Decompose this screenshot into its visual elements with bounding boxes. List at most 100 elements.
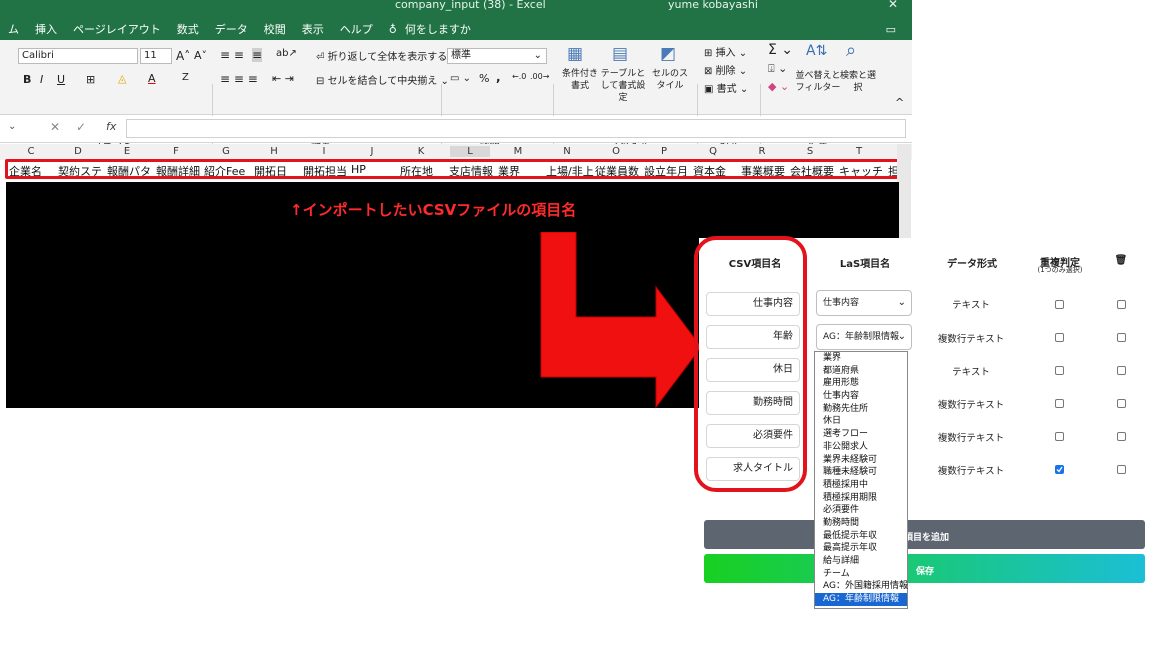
format-cells-button[interactable]: ▣ 書式 ⌄ — [704, 80, 748, 95]
merge-center-button[interactable]: ⊟ セルを結合して中央揃え ⌄ — [316, 72, 449, 87]
dropdown-option[interactable]: 休日 — [815, 415, 907, 428]
column-header[interactable]: G — [206, 146, 246, 157]
increase-decimal-icon[interactable]: ←.0 — [512, 72, 526, 81]
shrink-font-icon[interactable]: A˅ — [194, 49, 207, 62]
delete-checkbox[interactable] — [1117, 366, 1126, 375]
dropdown-option[interactable]: 職種未経験可 — [815, 466, 907, 479]
column-header[interactable]: F — [156, 146, 196, 157]
font-size-select[interactable]: 11 — [140, 48, 172, 64]
dropdown-option[interactable]: 都道府県 — [815, 365, 907, 378]
fill-icon[interactable]: ⍗ ⌄ — [768, 62, 787, 76]
tab-help[interactable]: ヘルプ — [332, 21, 381, 37]
decrease-decimal-icon[interactable]: .00→ — [530, 72, 549, 81]
grow-font-icon[interactable]: A˄ — [176, 49, 190, 63]
column-header[interactable]: K — [401, 146, 441, 157]
dropdown-option[interactable]: 積極採用中 — [815, 479, 907, 492]
dropdown-option[interactable]: チーム — [815, 568, 907, 581]
tab-page-layout[interactable]: ページレイアウト — [65, 21, 169, 37]
column-header[interactable]: E — [107, 146, 147, 157]
column-header[interactable]: J — [352, 146, 392, 157]
tab-data[interactable]: データ — [207, 21, 256, 37]
dup-checkbox[interactable] — [1055, 366, 1064, 375]
bold-icon[interactable]: B — [23, 73, 31, 86]
column-header[interactable]: D — [58, 146, 98, 157]
align-top-icon[interactable]: ≡ ≡ — [220, 48, 244, 62]
chevron-down-icon[interactable]: ⌄ — [8, 121, 16, 132]
align-bottom-icon[interactable]: ≡ — [252, 48, 263, 62]
delete-checkbox[interactable] — [1117, 399, 1126, 408]
column-header[interactable]: N — [547, 146, 587, 157]
dropdown-option[interactable]: 仕事内容 — [815, 390, 907, 403]
phonetic-icon[interactable]: Z — [182, 72, 189, 83]
cancel-icon[interactable]: ✕ — [50, 120, 60, 134]
add-item-button[interactable]: 項目を追加 — [704, 520, 1145, 549]
dup-checkbox-checked[interactable] — [1055, 465, 1064, 474]
column-header[interactable]: C — [11, 146, 51, 157]
comma-icon[interactable]: , — [496, 70, 501, 84]
save-button[interactable]: 保存 — [704, 554, 1145, 583]
underline-icon[interactable]: U — [57, 73, 65, 86]
column-header[interactable]: S — [790, 146, 830, 157]
column-header[interactable]: R — [742, 146, 782, 157]
dropdown-option[interactable]: 必須要件 — [815, 504, 907, 517]
dropdown-option[interactable]: 業界 — [815, 352, 907, 365]
currency-icon[interactable]: ▭ ⌄ — [450, 73, 471, 84]
delete-checkbox[interactable] — [1117, 432, 1126, 441]
orientation-icon[interactable]: ab↗ — [276, 48, 297, 59]
dup-checkbox[interactable] — [1055, 432, 1064, 441]
dup-checkbox[interactable] — [1055, 333, 1064, 342]
dup-checkbox[interactable] — [1055, 300, 1064, 309]
column-header[interactable]: Q — [693, 146, 733, 157]
dropdown-option[interactable]: AG：年齢制限情報 — [815, 593, 907, 606]
column-header[interactable]: L — [450, 146, 490, 157]
delete-checkbox[interactable] — [1117, 465, 1126, 474]
tab-review[interactable]: 校閲 — [256, 21, 294, 37]
delete-checkbox[interactable] — [1117, 300, 1126, 309]
dropdown-option[interactable]: 積極採用期限 — [815, 492, 907, 505]
cell-style-button[interactable]: セルのスタイル — [650, 68, 690, 92]
autosum-icon[interactable]: Σ ⌄ — [768, 42, 793, 58]
delete-checkbox[interactable] — [1117, 333, 1126, 342]
conditional-format-button[interactable]: 条件付き書式 — [560, 68, 600, 92]
font-color-icon[interactable]: A — [148, 72, 156, 85]
formula-input[interactable] — [126, 119, 906, 138]
tell-me-search[interactable]: 何をしますか — [405, 21, 479, 37]
dropdown-option[interactable]: 給与詳細 — [815, 555, 907, 568]
wrap-text-button[interactable]: ⏎ 折り返して全体を表示する — [316, 48, 447, 63]
column-header[interactable]: M — [498, 146, 538, 157]
clear-icon[interactable]: ◆ ⌄ — [768, 80, 789, 93]
align-left-icon[interactable]: ≡ ≡ ≡ — [220, 72, 258, 86]
las-select-2[interactable]: AG：年齢制限情報 ⌄ — [816, 324, 912, 350]
dropdown-option[interactable]: 業界未経験可 — [815, 454, 907, 467]
dropdown-option[interactable]: 勤務時間 — [815, 517, 907, 530]
indent-icon[interactable]: ⇤ ⇥ — [272, 72, 294, 85]
column-header[interactable]: P — [644, 146, 684, 157]
tab-view[interactable]: 表示 — [294, 21, 332, 37]
confirm-icon[interactable]: ✓ — [76, 120, 86, 134]
collapse-ribbon-icon[interactable]: ^ — [895, 96, 904, 109]
function-icon[interactable]: fx — [106, 120, 116, 133]
column-header[interactable]: H — [254, 146, 294, 157]
user-name[interactable]: yume kobayashi — [668, 0, 758, 11]
dropdown-option[interactable]: AG：外国籍採用情報 — [815, 580, 908, 593]
fill-color-icon[interactable]: ◬ — [118, 72, 126, 85]
dropdown-option[interactable]: 最低提示年収 — [815, 530, 907, 543]
column-header[interactable]: O — [596, 146, 636, 157]
find-select-button[interactable]: 検索と選択 — [838, 70, 878, 94]
close-icon[interactable]: ✕ — [888, 0, 898, 11]
dropdown-option[interactable]: 選考フロー — [815, 428, 907, 441]
percent-icon[interactable]: % — [479, 72, 489, 85]
dropdown-option[interactable]: 最高提示年収 — [815, 542, 907, 555]
dropdown-option[interactable]: 非公開求人 — [815, 441, 907, 454]
sort-filter-button[interactable]: 並べ替えとフィルター — [794, 70, 842, 94]
tab-insert[interactable]: 挿入 — [27, 21, 65, 37]
dropdown-option[interactable]: 勤務先住所 — [815, 403, 907, 416]
las-select-1[interactable]: 仕事内容 ⌄ — [816, 290, 912, 316]
insert-cells-button[interactable]: ⊞ 挿入 ⌄ — [704, 44, 747, 59]
number-format-select[interactable]: 標準 ⌄ — [447, 48, 547, 64]
dup-checkbox[interactable] — [1055, 399, 1064, 408]
column-header[interactable]: T — [839, 146, 879, 157]
tab-formulas[interactable]: 数式 — [169, 21, 207, 37]
column-header[interactable]: I — [304, 146, 344, 157]
italic-icon[interactable]: I — [40, 73, 43, 86]
